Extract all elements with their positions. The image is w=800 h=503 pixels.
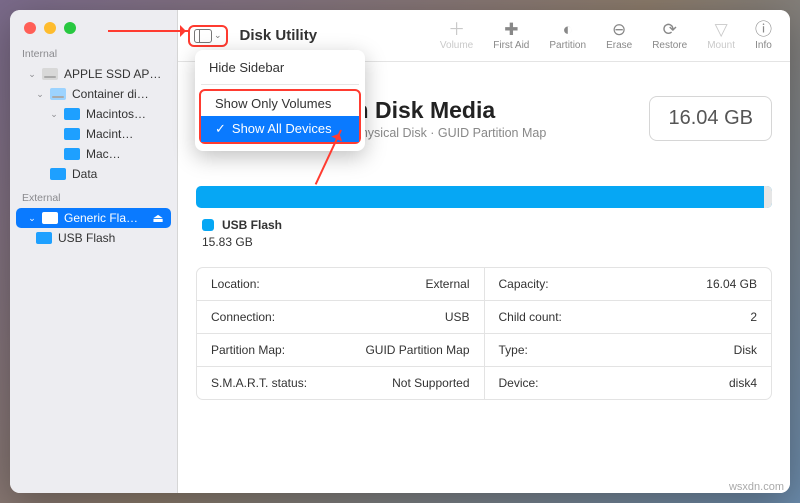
volume-icon (64, 128, 80, 140)
table-row: Partition Map:GUID Partition MapType:Dis… (197, 333, 771, 366)
window-controls (10, 10, 177, 40)
sidebar-section-internal: Internal (10, 40, 177, 64)
restore-button[interactable]: ⟳Restore (644, 21, 695, 51)
sidebar-section-external: External (10, 184, 177, 208)
info-icon: ⓘ (755, 21, 772, 38)
sidebar-item-macintosh-snapshot[interactable]: Macint… (16, 124, 171, 144)
partition-button[interactable]: ◐Partition (541, 21, 594, 51)
chevron-down-icon: ⌄ (28, 213, 36, 224)
usage-bar (196, 186, 772, 208)
info-button[interactable]: ⓘInfo (747, 21, 780, 51)
zoom-icon[interactable] (64, 22, 76, 34)
menu-separator (201, 84, 359, 85)
restore-icon: ⟳ (663, 21, 677, 38)
first-aid-icon: ✚ (504, 21, 518, 38)
menu-item-show-only-volumes[interactable]: Show Only Volumes (201, 91, 359, 116)
disk-icon (42, 212, 58, 224)
legend-name: USB Flash (222, 218, 282, 232)
table-row: Connection:USBChild count:2 (197, 300, 771, 333)
app-title: Disk Utility (240, 27, 318, 44)
volume-icon (64, 108, 80, 120)
first-aid-button[interactable]: ✚First Aid (485, 21, 537, 51)
mount-button[interactable]: ▽Mount (699, 21, 743, 51)
sidebar-item-container[interactable]: ⌄Container di… (16, 84, 171, 104)
legend-swatch-icon (202, 219, 214, 231)
sidebar: Internal ⌄APPLE SSD AP… ⌄Container di… ⌄… (10, 10, 178, 493)
volume-icon (36, 232, 52, 244)
info-table: Location:ExternalCapacity:16.04 GB Conne… (196, 267, 772, 400)
sidebar-toggle-icon (194, 29, 212, 43)
annotation-arrow (108, 30, 190, 32)
close-icon[interactable] (24, 22, 36, 34)
sidebar-view-button[interactable]: ⌄ (188, 25, 228, 47)
disk-icon (42, 68, 58, 80)
sidebar-item-data[interactable]: Data (16, 164, 171, 184)
chevron-down-icon: ⌄ (50, 109, 58, 120)
sidebar-item-mac[interactable]: Mac… (16, 144, 171, 164)
sidebar-item-macintosh[interactable]: ⌄Macintos… (16, 104, 171, 124)
volume-icon (64, 148, 80, 160)
usage-legend: USB Flash (202, 218, 772, 232)
menu-item-hide-sidebar[interactable]: Hide Sidebar (195, 55, 365, 80)
watermark: wsxdn.com (729, 481, 784, 493)
disk-utility-window: Internal ⌄APPLE SSD AP… ⌄Container di… ⌄… (10, 10, 790, 493)
plus-minus-icon: ＋ (448, 21, 465, 38)
erase-icon: ⊖ (612, 21, 626, 38)
table-row: Location:ExternalCapacity:16.04 GB (197, 268, 771, 300)
sidebar-item-generic-flash[interactable]: ⌄Generic Fla…⏏ (16, 208, 171, 228)
table-row: S.M.A.R.T. status:Not SupportedDevice:di… (197, 366, 771, 399)
volume-icon (50, 168, 66, 180)
partition-icon: ◐ (563, 21, 573, 38)
chevron-down-icon: ⌄ (36, 89, 44, 100)
volume-button[interactable]: ＋Volume (432, 21, 481, 51)
chevron-down-icon: ⌄ (28, 69, 36, 80)
sidebar-item-apple-ssd[interactable]: ⌄APPLE SSD AP… (16, 64, 171, 84)
erase-button[interactable]: ⊖Erase (598, 21, 640, 51)
container-icon (50, 88, 66, 100)
legend-size: 15.83 GB (202, 235, 772, 249)
chevron-down-icon: ⌄ (214, 30, 222, 41)
eject-icon[interactable]: ⏏ (151, 211, 165, 225)
minimize-icon[interactable] (44, 22, 56, 34)
sidebar-item-usb-flash[interactable]: USB Flash (16, 228, 171, 248)
capacity-box: 16.04 GB (649, 96, 772, 141)
mount-icon: ▽ (715, 21, 728, 38)
